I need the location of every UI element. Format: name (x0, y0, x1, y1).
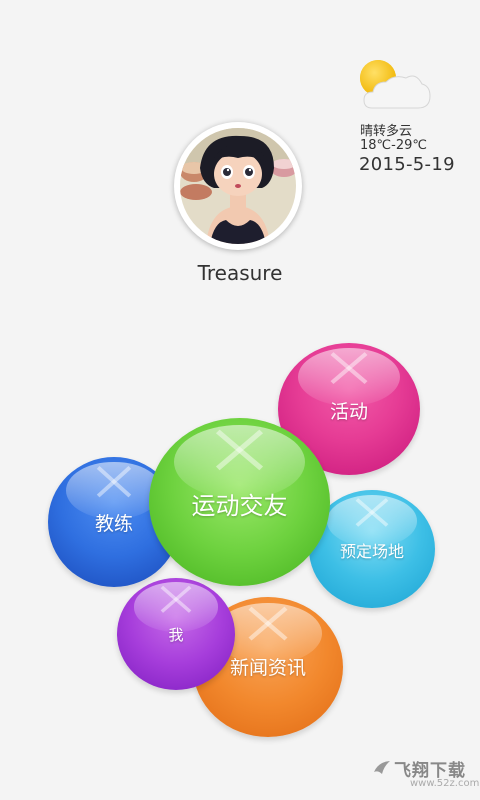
site-watermark: 飞翔下载 www.52z.com (372, 756, 479, 796)
avatar[interactable] (174, 122, 302, 250)
weather-description: 晴转多云 (360, 124, 413, 139)
weather-date: 2015-5-19 (359, 154, 455, 175)
watermark-url: www.52z.com (410, 778, 480, 789)
wing-logo-icon (374, 761, 390, 774)
avatar-image (180, 128, 296, 244)
weather-widget: 晴转多云 18℃-29℃ 2015-5-19 (356, 58, 476, 178)
social-sports-bubble-button[interactable]: 运动交友 (149, 418, 330, 586)
me-label: 我 (168, 626, 184, 644)
partly-cloudy-icon (360, 60, 431, 109)
weather-temperature: 18℃-29℃ (360, 138, 427, 153)
me-bubble-button[interactable]: 我 (117, 578, 235, 690)
social-sports-label: 运动交友 (191, 492, 288, 520)
username: Treasure (197, 261, 283, 285)
